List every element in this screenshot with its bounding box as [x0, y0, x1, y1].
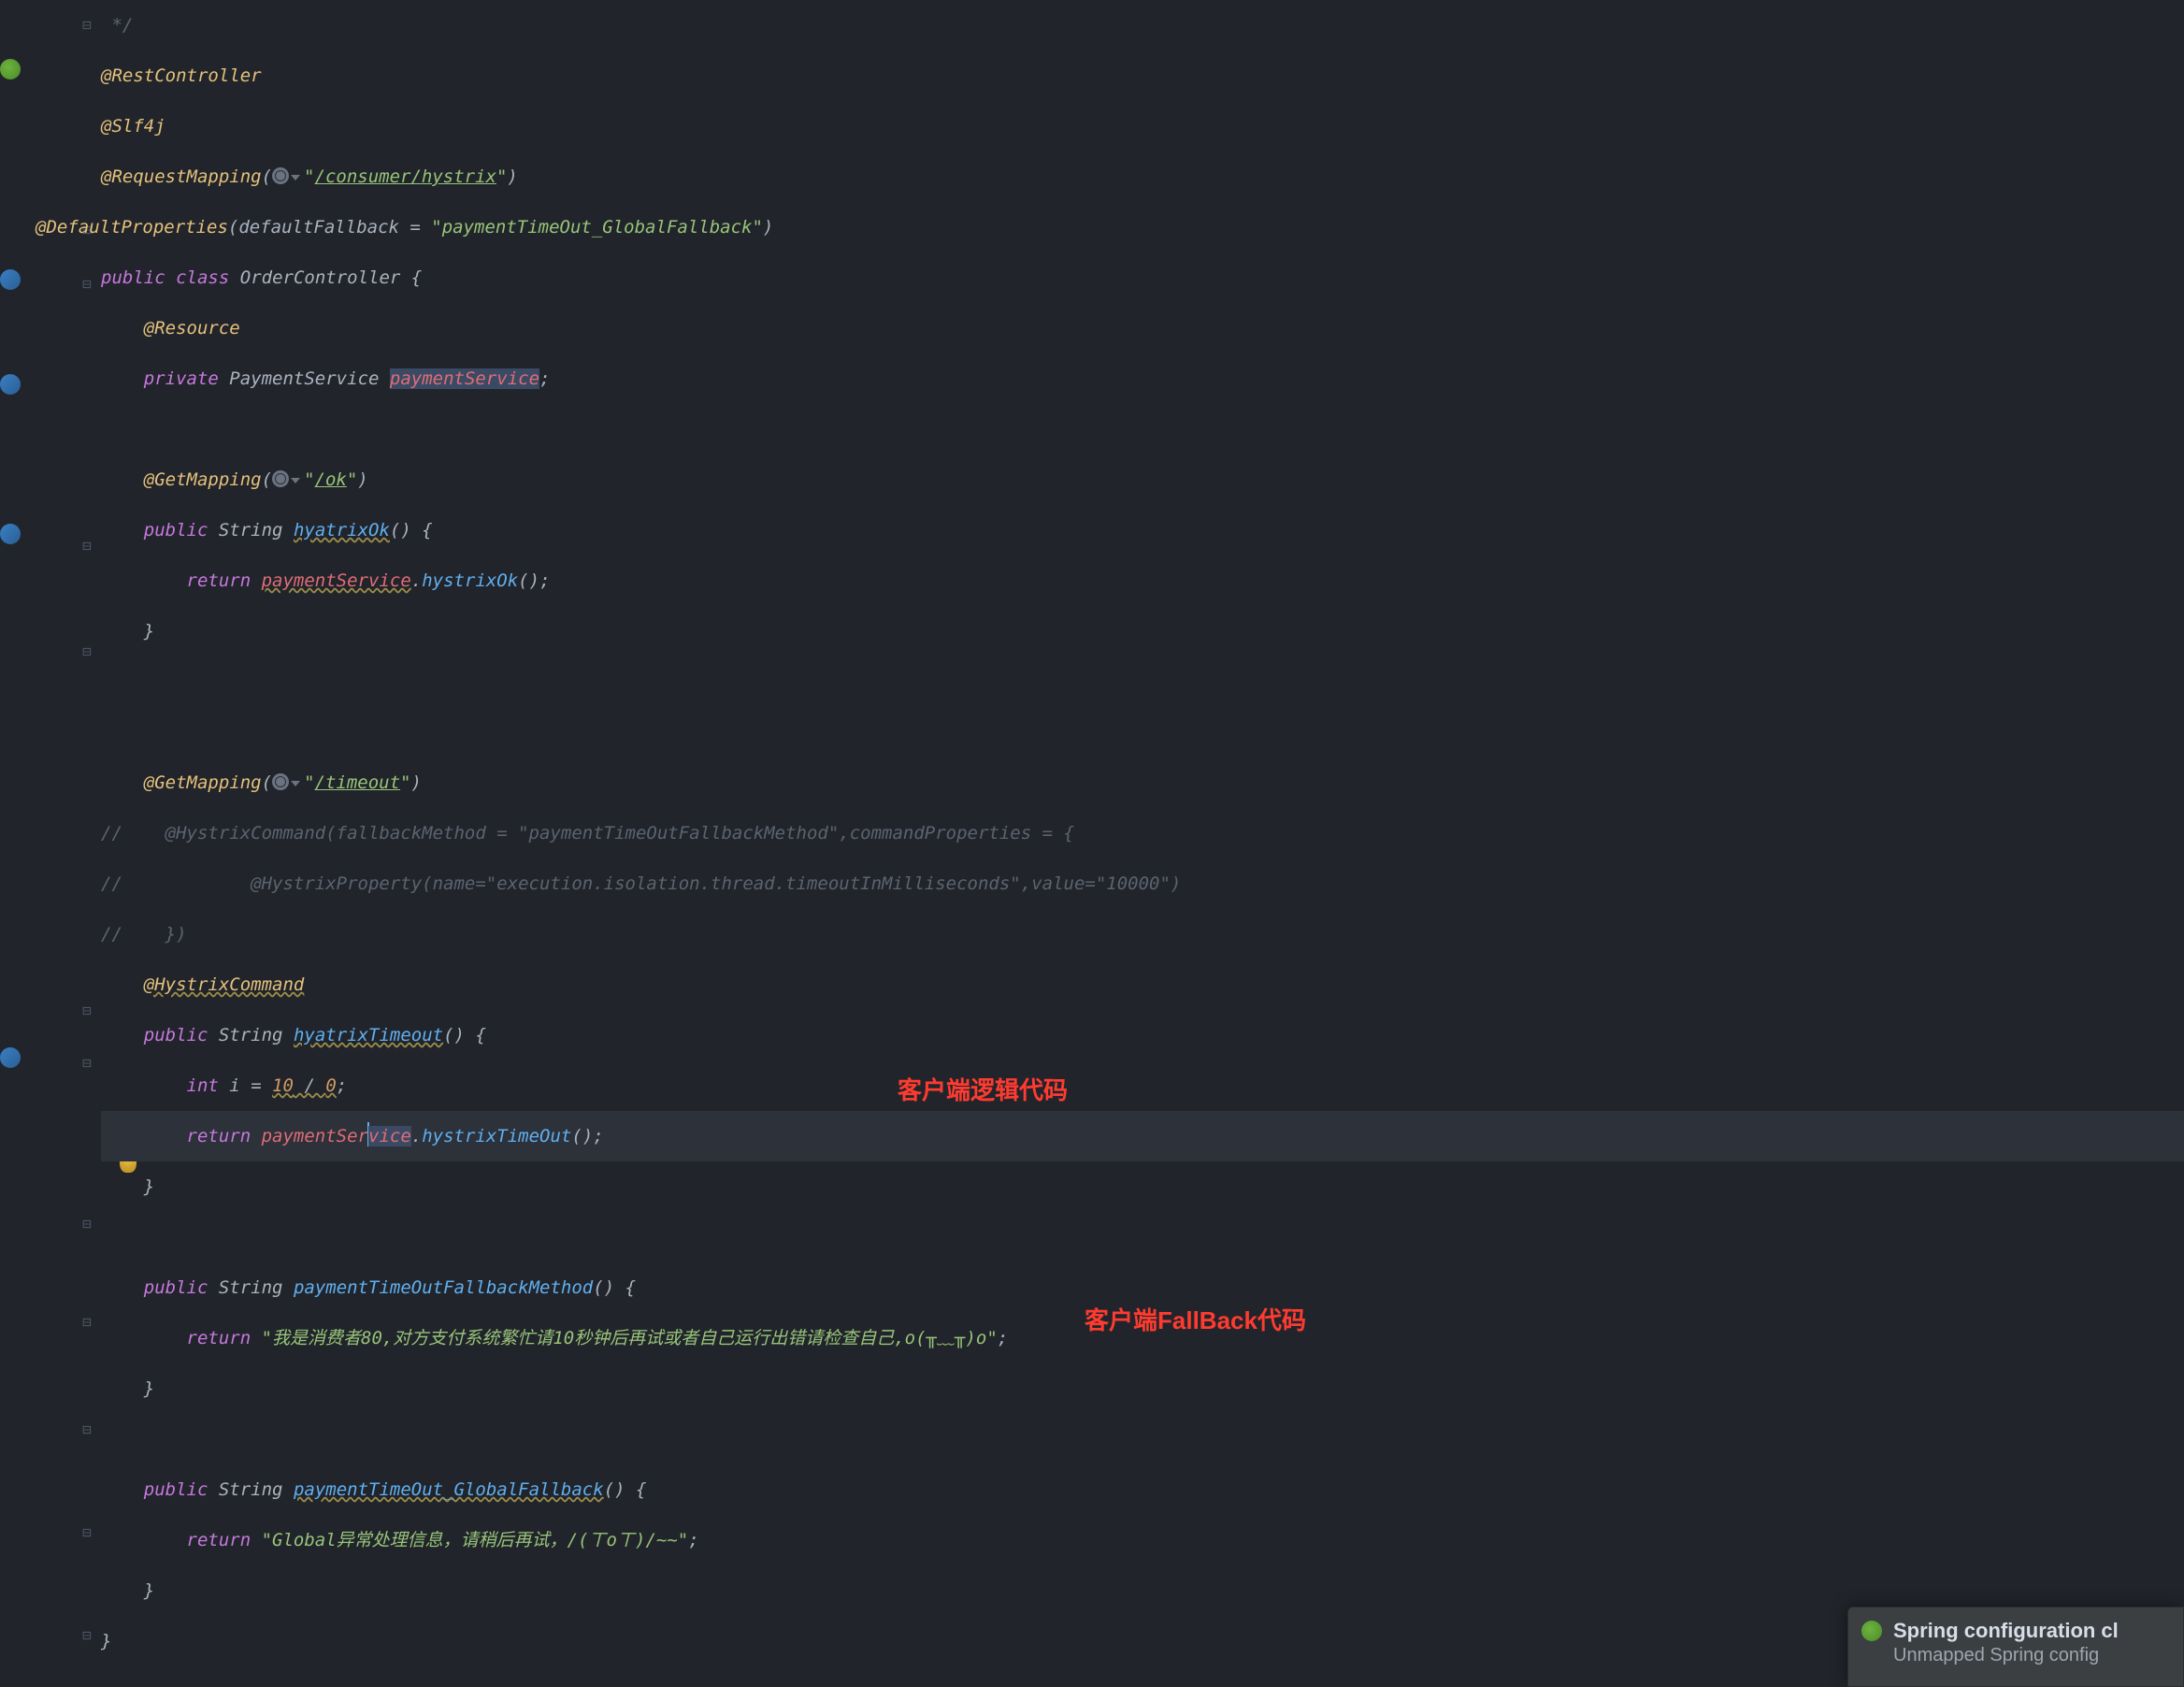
web-mapping-icon[interactable]	[272, 167, 289, 184]
code-line[interactable]: }	[101, 1161, 2184, 1212]
notification-popup[interactable]: Spring configuration cl Unmapped Spring …	[1847, 1607, 2184, 1687]
annotation: @Resource	[144, 318, 240, 339]
annotation: @RequestMapping	[101, 166, 262, 187]
annotation: @GetMapping	[144, 469, 262, 490]
fold-toggle[interactable]: ⊟	[79, 1627, 95, 1644]
code-line[interactable]: return paymentService.hystrixOk();	[101, 555, 2184, 606]
code-line[interactable]: */	[101, 0, 2184, 50]
method-call: hystrixTimeOut	[422, 1126, 571, 1146]
fold-toggle[interactable]: ⊟	[79, 1055, 95, 1072]
web-mapping-icon[interactable]	[272, 470, 289, 487]
field-name: paymentService	[390, 368, 539, 389]
code-line[interactable]: private PaymentService paymentService;	[101, 353, 2184, 404]
fold-toggle[interactable]: ⊟	[79, 1524, 95, 1541]
code-line[interactable]: @Resource	[101, 303, 2184, 353]
bean-nav-icon[interactable]	[0, 269, 21, 290]
fold-toggle[interactable]: ⊟	[79, 1314, 95, 1331]
annotation: @GetMapping	[144, 772, 262, 793]
fold-toggle[interactable]: ⊟	[79, 276, 95, 293]
code-line-active[interactable]: return paymentService.hystrixTimeOut();	[101, 1111, 2184, 1161]
comment: // })	[101, 924, 187, 944]
fold-toggle[interactable]: ⊟	[79, 17, 95, 34]
bean-nav-icon[interactable]	[0, 374, 21, 395]
code-line[interactable]: public String paymentTimeOutFallbackMeth…	[101, 1262, 2184, 1313]
fold-toggle[interactable]: ⊟	[79, 643, 95, 660]
code-line[interactable]: }	[101, 606, 2184, 656]
editor-root: ⊟ ⊟ ⊟ ⊟ ⊟ ⊟ ⊟ ⊟ ⊟ ⊟ ⊟ ⊟ */ @RestControll…	[0, 0, 2184, 1687]
string-literal: "Global异常处理信息，请稍后再试，/(ㄒoㄒ)/~~"	[262, 1530, 689, 1550]
chevron-down-icon[interactable]	[291, 781, 300, 786]
code-line[interactable]: }	[101, 1363, 2184, 1414]
field-ref: paymentService	[262, 1126, 411, 1146]
comment: // @HystrixProperty(name="execution.isol…	[101, 873, 1181, 894]
annotation: @RestController	[101, 65, 262, 86]
code-line[interactable]	[101, 1414, 2184, 1464]
web-mapping-icon[interactable]	[272, 773, 289, 790]
gutter: ⊟ ⊟ ⊟ ⊟ ⊟ ⊟ ⊟ ⊟ ⊟ ⊟ ⊟ ⊟	[0, 0, 93, 1687]
code-line[interactable]: // @HystrixCommand(fallbackMethod = "pay…	[101, 808, 2184, 858]
spring-leaf-icon[interactable]	[0, 59, 21, 79]
notification-title: Spring configuration cl	[1893, 1619, 2170, 1643]
chevron-down-icon[interactable]	[291, 478, 300, 483]
field-type: PaymentService	[229, 368, 379, 389]
code-line[interactable]: public class OrderController {	[101, 252, 2184, 303]
code-line[interactable]: @RestController	[101, 50, 2184, 101]
code-line[interactable]: // @HystrixProperty(name="execution.isol…	[101, 858, 2184, 909]
spring-leaf-icon	[1861, 1621, 1882, 1641]
comment: // @HystrixCommand(fallbackMethod = "pay…	[101, 823, 1074, 844]
code-area[interactable]: */ @RestController @Slf4j @RequestMappin…	[101, 0, 2184, 1687]
code-line[interactable]: @DefaultProperties(defaultFallback = "pa…	[36, 202, 2184, 252]
annotation: @Slf4j	[101, 116, 165, 137]
method-name: hyatrixOk	[294, 520, 390, 541]
code-line[interactable]: int i = 10 / 0;	[101, 1060, 2184, 1111]
fold-toggle[interactable]: ⊟	[79, 1002, 95, 1019]
code-line[interactable]: public String hyatrixTimeout() {	[101, 1010, 2184, 1060]
mapping-url: /consumer/hystrix	[315, 166, 496, 187]
method-name: paymentTimeOutFallbackMethod	[294, 1277, 593, 1298]
class-name: OrderController	[240, 267, 401, 288]
bean-nav-icon[interactable]	[0, 1047, 21, 1068]
code-line[interactable]: return "我是消费者80,对方支付系统繁忙请10秒钟后再试或者自己运行出错…	[101, 1313, 2184, 1363]
code-line[interactable]	[101, 1212, 2184, 1262]
code-line[interactable]: @HystrixCommand	[101, 959, 2184, 1010]
method-name: hyatrixTimeout	[294, 1025, 443, 1045]
code-line[interactable]: @RequestMapping("/consumer/hystrix")	[101, 151, 2184, 202]
code-line[interactable]: public String hyatrixOk() {	[101, 505, 2184, 555]
string-literal: "我是消费者80,对方支付系统繁忙请10秒钟后再试或者自己运行出错请检查自己,o…	[262, 1328, 998, 1348]
annotation: @HystrixCommand	[144, 974, 305, 995]
code-line[interactable]: @GetMapping("/timeout")	[101, 757, 2184, 808]
method-name: paymentTimeOut_GlobalFallback	[294, 1479, 604, 1500]
field-ref: paymentService	[262, 570, 411, 591]
code-line[interactable]	[101, 656, 2184, 707]
fold-toggle[interactable]: ⊟	[79, 538, 95, 555]
fold-toggle[interactable]: ⊟	[79, 1216, 95, 1233]
annotation: @DefaultProperties	[36, 217, 228, 238]
arg-name: defaultFallback	[238, 217, 399, 238]
code-line[interactable]	[101, 707, 2184, 757]
code-line[interactable]: @Slf4j	[101, 101, 2184, 151]
arg-value: "paymentTimeOut_GlobalFallback"	[431, 217, 763, 238]
notification-subtitle: Unmapped Spring config	[1893, 1645, 2170, 1666]
code-line[interactable]: @GetMapping("/ok")	[101, 454, 2184, 505]
code-line[interactable]	[101, 404, 2184, 454]
code-line[interactable]: // })	[101, 909, 2184, 959]
mapping-url: /ok	[315, 469, 347, 490]
comment-end: */	[101, 15, 133, 36]
chevron-down-icon[interactable]	[291, 175, 300, 180]
bean-nav-icon[interactable]	[0, 524, 21, 544]
mapping-url: /timeout	[315, 772, 401, 793]
code-line[interactable]: return "Global异常处理信息，请稍后再试，/(ㄒoㄒ)/~~";	[101, 1515, 2184, 1565]
code-line[interactable]: public String paymentTimeOut_GlobalFallb…	[101, 1464, 2184, 1515]
fold-toggle[interactable]: ⊟	[79, 1421, 95, 1438]
method-call: hystrixOk	[422, 570, 518, 591]
